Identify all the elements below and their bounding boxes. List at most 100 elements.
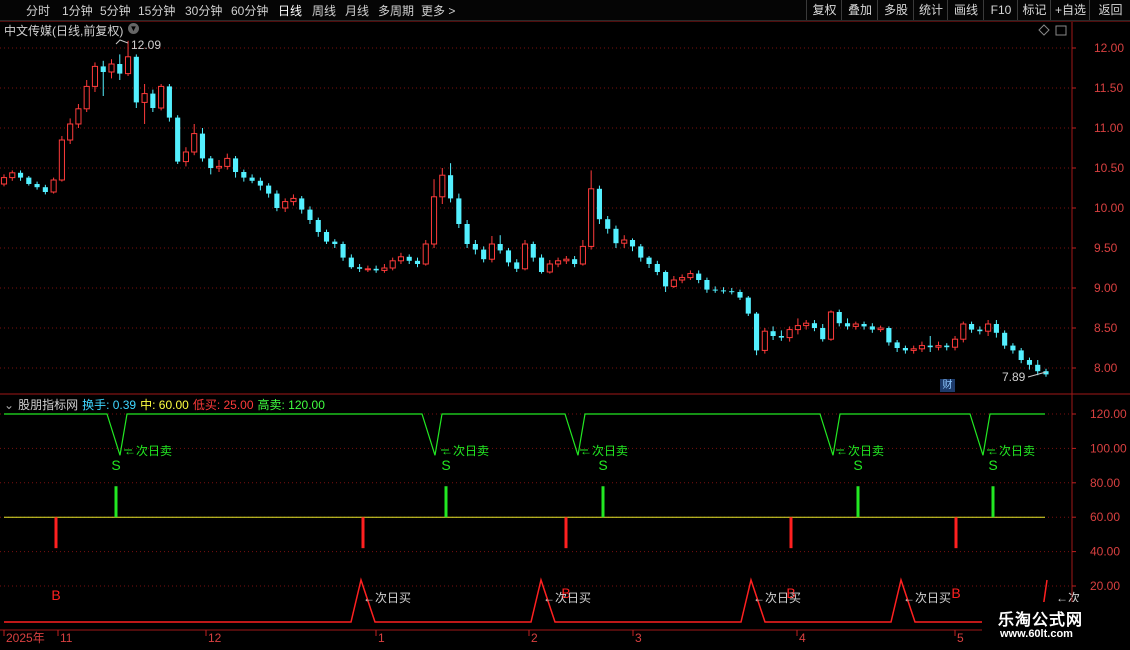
candle-body xyxy=(323,232,330,242)
next-day-buy-label: ←次日买 xyxy=(363,591,411,605)
candle-body xyxy=(34,184,40,188)
finance-badge[interactable]: 财 xyxy=(940,379,955,392)
indicator-param: 高卖: 120.00 xyxy=(257,398,325,412)
indicator-tick-label: 40.00 xyxy=(1090,545,1120,559)
candle-body xyxy=(282,201,289,209)
period-tab[interactable]: 分时 xyxy=(26,2,50,19)
candle-body xyxy=(646,257,652,264)
candle-body xyxy=(0,177,8,185)
candle-body xyxy=(720,290,727,292)
candle-body xyxy=(307,209,313,220)
toolbar-button[interactable]: 叠加 xyxy=(841,0,878,20)
period-tab[interactable]: 周线 xyxy=(312,2,336,19)
toolbar-button[interactable]: 多股 xyxy=(877,0,914,20)
date-label: 2 xyxy=(531,631,538,645)
price-tick-label: 10.00 xyxy=(1094,201,1124,215)
candle-body xyxy=(175,117,181,162)
chevron-down-icon[interactable]: ▼ xyxy=(128,23,139,34)
candle-body xyxy=(977,329,983,332)
candle-body xyxy=(579,245,586,265)
price-tick-label: 12.00 xyxy=(1094,41,1124,55)
candle-body xyxy=(1026,360,1033,365)
diamond-icon xyxy=(1038,24,1050,36)
candle-body xyxy=(191,133,198,153)
candle-body xyxy=(150,93,156,108)
indicator-header: ⌄ 股朋指标网 换手: 0.39 中: 60.00 低买: 25.00 高卖: 120.0… xyxy=(4,396,329,413)
candle-body xyxy=(761,330,768,351)
candle-body xyxy=(605,219,611,229)
candle-body xyxy=(886,328,892,343)
toolbar-button[interactable]: F10 xyxy=(983,0,1018,20)
toolbar-button[interactable]: 画线 xyxy=(947,0,984,20)
period-tab[interactable]: 月线 xyxy=(345,2,369,19)
stock-title: 中文传媒(日线,前复权) xyxy=(4,24,124,38)
candle-body xyxy=(935,345,942,348)
candle-body xyxy=(75,108,82,125)
buy-bar xyxy=(789,517,793,549)
candle-body xyxy=(836,312,842,324)
sell-bar xyxy=(444,486,448,518)
toolbar-button[interactable]: +自选 xyxy=(1050,0,1090,20)
buy-bar xyxy=(954,517,958,549)
period-tab[interactable]: 30分钟 xyxy=(185,2,222,19)
collapse-icon[interactable]: ⌄ xyxy=(4,398,14,412)
high-marker xyxy=(115,39,129,45)
candle-body xyxy=(133,56,139,103)
candle-body xyxy=(208,158,214,168)
candle-body xyxy=(182,151,190,163)
candle-body xyxy=(497,244,503,251)
toolbar-button[interactable]: 复权 xyxy=(806,0,842,20)
candle-body xyxy=(794,325,801,331)
candle-body xyxy=(430,196,438,245)
price-tick-label: 11.00 xyxy=(1094,121,1123,135)
toolbar-button[interactable]: 统计 xyxy=(913,0,948,20)
candle-body xyxy=(50,179,57,193)
low-marker xyxy=(1027,371,1047,378)
next-day-sell-label: ←次日卖 xyxy=(441,444,489,458)
sell-bar xyxy=(601,486,605,518)
period-tab[interactable]: 60分钟 xyxy=(231,2,268,19)
period-tab[interactable]: 5分钟 xyxy=(100,2,131,19)
candle-body xyxy=(1010,345,1016,351)
period-tab[interactable]: 1分钟 xyxy=(62,2,93,19)
indicator-name: 股朋指标网 xyxy=(18,398,79,412)
indicator-tick-label: 60.00 xyxy=(1090,510,1120,524)
candle-body xyxy=(373,268,379,271)
candle-body xyxy=(249,177,255,181)
candle-body xyxy=(827,311,835,340)
next-day-buy-label: ←次日买 xyxy=(903,591,951,605)
candle-body xyxy=(117,64,123,74)
buy-bar xyxy=(564,517,568,549)
candle-body xyxy=(315,220,321,232)
candle-body xyxy=(464,224,470,244)
candle-body xyxy=(877,327,884,331)
candle-body xyxy=(91,65,99,87)
candle-body xyxy=(224,157,231,167)
candle-body xyxy=(124,56,132,75)
toolbar-button[interactable]: 返回 xyxy=(1089,0,1130,20)
sell-bar xyxy=(991,486,995,518)
candle-body xyxy=(588,188,595,247)
candle-body xyxy=(42,187,48,192)
candle-body xyxy=(357,267,363,269)
next-day-sell-label: ←次日卖 xyxy=(580,444,628,458)
period-tab[interactable]: 多周期 xyxy=(378,2,414,19)
candle-body xyxy=(514,262,520,269)
candle-body xyxy=(960,323,967,340)
candle-body xyxy=(613,228,619,244)
sell-signal-label: S xyxy=(111,457,120,473)
candle-body xyxy=(687,273,694,279)
candle-body xyxy=(1018,350,1024,360)
candle-body xyxy=(894,342,900,348)
candle-body xyxy=(397,256,405,262)
candle-body xyxy=(638,246,644,258)
period-tab[interactable]: 更多 > xyxy=(421,2,455,19)
candle-body xyxy=(530,244,536,258)
period-tab[interactable]: 日线 xyxy=(278,2,302,19)
candle-body xyxy=(546,263,553,273)
toolbar-button[interactable]: 标记 xyxy=(1017,0,1051,20)
candle-body xyxy=(778,336,784,338)
date-label: 1 xyxy=(378,631,385,645)
candle-body xyxy=(555,260,562,265)
period-tab[interactable]: 15分钟 xyxy=(138,2,175,19)
